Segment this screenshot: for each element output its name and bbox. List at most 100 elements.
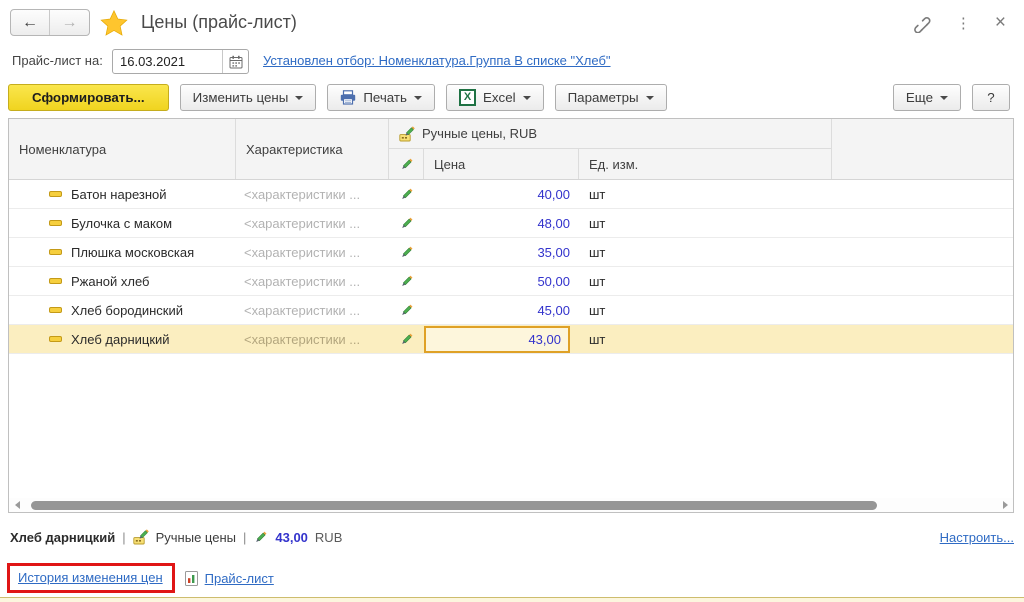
scroll-left-icon[interactable] (9, 501, 25, 509)
table-row[interactable]: Батон нарезной <характеристики ... 40,00… (9, 180, 1013, 209)
date-value[interactable]: 16.03.2021 (113, 50, 222, 73)
unit-cell: шт (579, 180, 832, 208)
configure-link[interactable]: Настроить... (940, 530, 1014, 545)
status-price-value: 43,00 (275, 530, 308, 545)
nomenclature-cell: Ржаной хлеб (71, 274, 150, 289)
titlebar: ← → Цены (прайс-лист) ⋮ × (0, 0, 1024, 44)
table-row[interactable]: Хлеб бородинский <характеристики ... 45,… (9, 296, 1013, 325)
price-cell[interactable]: 35,00 (424, 238, 579, 266)
table-row[interactable]: Ржаной хлеб <характеристики ... 50,00 шт (9, 267, 1013, 296)
edit-pencil-icon[interactable] (389, 267, 424, 295)
printer-icon (340, 90, 356, 105)
footer-links: История изменения цен Прайс-лист (7, 563, 274, 593)
nomenclature-cell: Плюшка московская (71, 245, 194, 260)
item-icon (49, 336, 62, 342)
item-icon (49, 191, 62, 197)
price-table: Номенклатура Характеристика Ручные цены,… (8, 118, 1014, 513)
bottom-strip (0, 597, 1024, 602)
item-icon (49, 249, 62, 255)
scrollbar-track[interactable] (25, 498, 997, 512)
status-bar: Хлеб дарницкий | Ручные цены | (10, 529, 1014, 545)
page-title: Цены (прайс-лист) (141, 12, 297, 33)
pencil-icon (253, 530, 268, 545)
active-price-cell[interactable]: 43,00 (424, 325, 579, 353)
price-type-icon (399, 126, 415, 142)
column-header-price-group[interactable]: Ручные цены, RUB (389, 119, 832, 149)
price-history-link[interactable]: История изменения цен (18, 570, 163, 585)
characteristic-cell: <характеристики ... (236, 238, 389, 266)
edit-pencil-icon[interactable] (389, 325, 424, 353)
chevron-down-icon (646, 96, 654, 100)
close-icon[interactable]: × (995, 12, 1006, 34)
item-icon (49, 278, 62, 284)
more-menu-icon[interactable]: ⋮ (956, 14, 971, 32)
active-cell-value[interactable]: 43,00 (424, 326, 570, 353)
filter-selection-link[interactable]: Установлен отбор: Номенклатура.Группа В … (263, 53, 611, 68)
characteristic-cell: <характеристики ... (236, 180, 389, 208)
status-price-type: Ручные цены (156, 530, 236, 545)
item-icon (49, 220, 62, 226)
forward-button[interactable]: → (50, 10, 89, 35)
help-button[interactable]: ? (972, 84, 1010, 111)
edit-pencil-icon[interactable] (389, 209, 424, 237)
characteristic-cell: <характеристики ... (236, 209, 389, 237)
column-header-edit[interactable] (389, 149, 424, 179)
column-header-characteristic[interactable]: Характеристика (236, 119, 389, 179)
table-row[interactable]: Булочка с маком <характеристики ... 48,0… (9, 209, 1013, 238)
chevron-down-icon (295, 96, 303, 100)
characteristic-cell: <характеристики ... (236, 325, 389, 353)
status-currency: RUB (315, 530, 342, 545)
annotation-highlight-box: История изменения цен (7, 563, 175, 593)
filter-row: Прайс-лист на: 16.03.2021 Установлен отб… (0, 44, 1024, 78)
unit-cell: шт (579, 267, 832, 295)
characteristic-cell: <характеристики ... (236, 296, 389, 324)
change-prices-button[interactable]: Изменить цены (180, 84, 317, 111)
more-label: Еще (906, 90, 933, 105)
edit-pencil-icon[interactable] (389, 238, 424, 266)
column-header-price[interactable]: Цена (424, 149, 579, 179)
price-cell[interactable]: 40,00 (424, 180, 579, 208)
nomenclature-cell: Хлеб дарницкий (71, 332, 170, 347)
edit-pencil-icon[interactable] (389, 296, 424, 324)
pricelist-link[interactable]: Прайс-лист (205, 571, 274, 586)
table-row[interactable]: Плюшка московская <характеристики ... 35… (9, 238, 1013, 267)
nav-history-group: ← → (10, 9, 90, 36)
price-cell[interactable]: 48,00 (424, 209, 579, 237)
scrollbar-thumb[interactable] (31, 501, 877, 510)
print-button[interactable]: Печать (327, 84, 435, 111)
table-row-selected[interactable]: Хлеб дарницкий <характеристики ... 43,00… (9, 325, 1013, 354)
more-button[interactable]: Еще (893, 84, 961, 111)
separator: | (243, 530, 246, 545)
get-link-icon[interactable] (913, 14, 932, 33)
chevron-down-icon (414, 96, 422, 100)
horizontal-scrollbar[interactable] (9, 498, 1013, 512)
parameters-button[interactable]: Параметры (555, 84, 667, 111)
excel-label: Excel (483, 90, 516, 105)
unit-cell: шт (579, 238, 832, 266)
date-input[interactable]: 16.03.2021 (112, 49, 249, 74)
excel-button[interactable]: X Excel (446, 84, 544, 111)
generate-button[interactable]: Сформировать... (8, 84, 169, 111)
unit-cell: шт (579, 296, 832, 324)
price-group-label: Ручные цены, RUB (422, 126, 537, 141)
price-cell[interactable]: 50,00 (424, 267, 579, 295)
column-header-unit[interactable]: Ед. изм. (579, 149, 832, 179)
parameters-label: Параметры (568, 90, 639, 105)
separator: | (122, 530, 125, 545)
unit-cell: шт (579, 325, 832, 353)
unit-cell: шт (579, 209, 832, 237)
back-button[interactable]: ← (11, 10, 50, 35)
chevron-down-icon (523, 96, 531, 100)
price-cell[interactable]: 45,00 (424, 296, 579, 324)
edit-pencil-icon[interactable] (389, 180, 424, 208)
scroll-right-icon[interactable] (997, 501, 1013, 509)
calendar-icon[interactable] (222, 50, 248, 73)
pricelist-date-label: Прайс-лист на: (12, 53, 103, 68)
nomenclature-cell: Батон нарезной (71, 187, 167, 202)
report-icon (185, 571, 198, 586)
column-header-nomenclature[interactable]: Номенклатура (9, 119, 236, 179)
characteristic-cell: <характеристики ... (236, 267, 389, 295)
chevron-down-icon (940, 96, 948, 100)
favorite-star-icon[interactable] (100, 9, 128, 37)
column-header-filler (832, 119, 1013, 179)
